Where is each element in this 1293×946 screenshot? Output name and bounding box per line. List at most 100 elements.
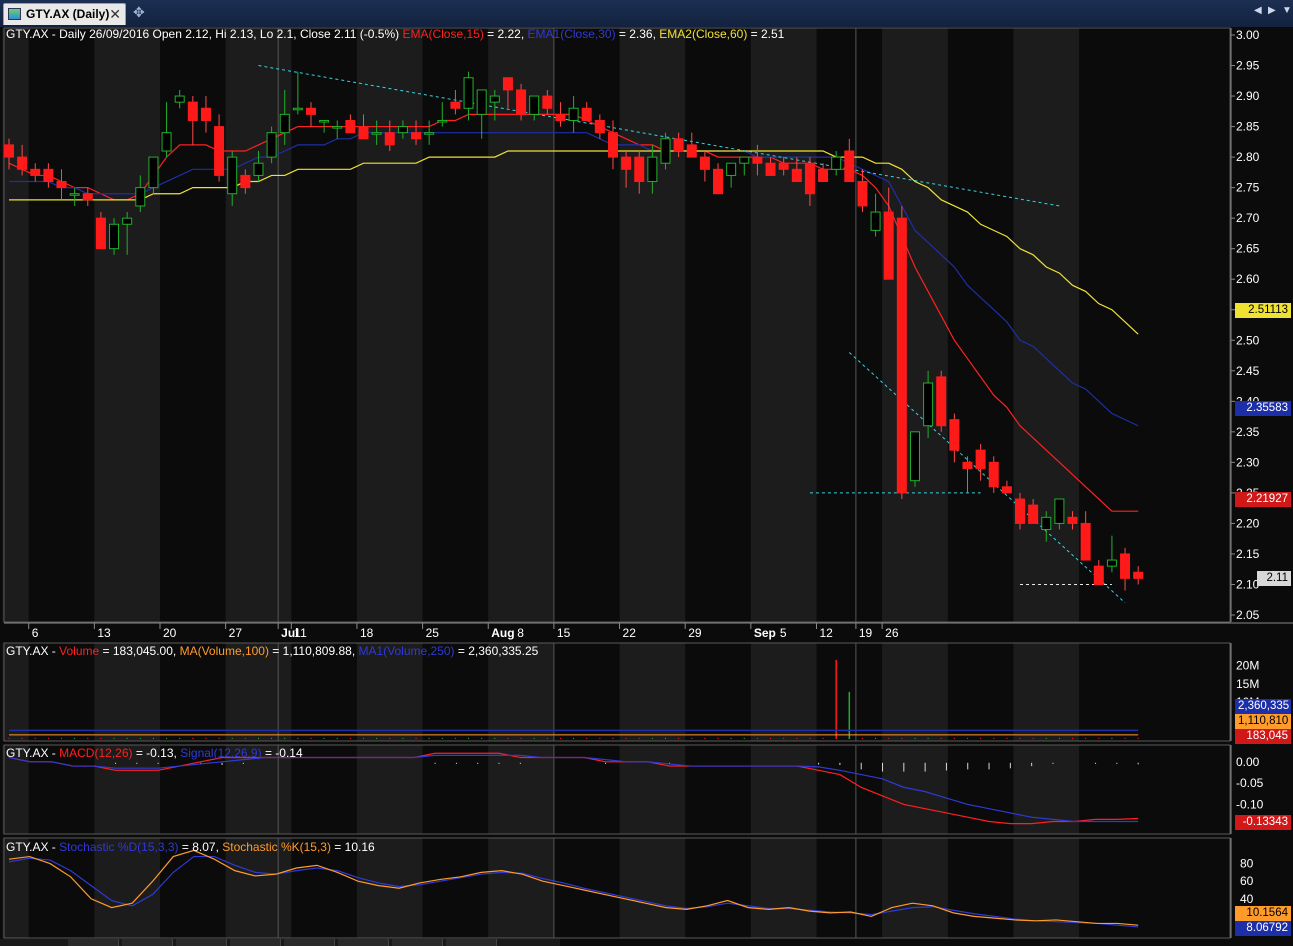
- candle-body: [305, 107, 316, 115]
- sheet-tab[interactable]: [338, 939, 389, 946]
- x-tick-label: 18: [360, 626, 374, 640]
- x-tick-label: 5: [780, 626, 787, 640]
- x-tick-label: 15: [557, 626, 571, 640]
- candle-body: [319, 119, 330, 123]
- candle-body: [1015, 498, 1026, 524]
- candle-body: [844, 150, 855, 183]
- candle-body: [95, 217, 106, 250]
- candle-body: [161, 132, 172, 152]
- candle-body: [1120, 553, 1131, 579]
- candle-body: [148, 156, 159, 189]
- price-legend-prefix: GTY.AX - Daily 26/09/2016 Open 2.12, Hi …: [6, 27, 400, 41]
- candle-body: [371, 132, 382, 135]
- price-tick-label: 2.20: [1236, 516, 1260, 530]
- ema1-axis-tag: 2.35583: [1235, 401, 1291, 416]
- price-week-band: [750, 28, 817, 622]
- candle-body: [555, 113, 566, 121]
- price-tick-label: 2.30: [1236, 455, 1260, 469]
- candle-body: [804, 162, 815, 195]
- macd-week-band: [750, 745, 817, 834]
- price-tick-label: 2.50: [1236, 333, 1260, 347]
- volume-legend-prefix: GTY.AX -: [6, 644, 60, 658]
- chart-canvas[interactable]: 6 13 20 27 Jul11 18 25 Aug 8 15 22 29 Sep 5 12 19 26 3.0…: [0, 0, 1293, 946]
- candle-body: [962, 461, 973, 469]
- candle-body: [831, 156, 842, 170]
- stochastic-legend: GTY.AX - Stochastic %D(15,3,3) = 8.07, S…: [6, 840, 375, 854]
- candle-body: [739, 156, 750, 164]
- candle-body: [345, 119, 356, 134]
- volume-ma1-tag: 2,360,335: [1235, 699, 1291, 714]
- candle-body: [673, 138, 684, 152]
- price-legend: GTY.AX - Daily 26/09/2016 Open 2.12, Hi …: [6, 27, 784, 41]
- ema2-value: = 2.51: [747, 27, 785, 41]
- volume-value: = 183,045.00,: [99, 644, 177, 658]
- price-tick-label: 2.75: [1236, 181, 1260, 195]
- candle-body: [568, 107, 579, 121]
- candle-body: [17, 156, 28, 170]
- candle-body: [437, 119, 448, 123]
- candle-body: [227, 156, 238, 195]
- candle-body: [857, 181, 868, 207]
- candle-body: [122, 217, 133, 225]
- volume-label: Volume: [59, 644, 100, 658]
- price-tick-label: 2.95: [1236, 59, 1260, 73]
- macd-label: MACD(12,26): [59, 746, 133, 760]
- ema-value: = 2.22,: [483, 27, 525, 41]
- candle-body: [463, 77, 474, 109]
- candle-body: [358, 126, 369, 140]
- candle-body: [516, 89, 527, 115]
- candle-body: [4, 144, 14, 158]
- candle-body: [489, 95, 500, 103]
- candle-body: [109, 223, 120, 250]
- volume-ma1-value: = 2,360,335.25: [454, 644, 539, 658]
- sheet-tab[interactable]: [176, 939, 227, 946]
- ema2-axis-tag: 2.51113: [1235, 303, 1291, 318]
- price-week-band: [94, 28, 160, 622]
- ema1-label: EMA1(Close,30): [527, 27, 616, 41]
- sheet-tab[interactable]: [230, 939, 281, 946]
- candle-body: [1067, 516, 1078, 524]
- candle-body: [200, 107, 211, 121]
- vol-week-band: [882, 643, 948, 741]
- candle-body: [502, 77, 513, 91]
- sheet-tab[interactable]: [446, 939, 497, 946]
- candle-body: [1054, 498, 1065, 524]
- candle-body: [69, 193, 80, 196]
- stoch-k-value: = 10.16: [330, 840, 375, 854]
- x-tick-label: 6: [32, 626, 39, 640]
- candle-body: [82, 193, 93, 201]
- x-tick-label: 26: [885, 626, 899, 640]
- candle-body: [686, 144, 697, 158]
- volume-ma-label: MA(Volume,100): [179, 644, 269, 658]
- stoch-k-label: Stochastic %K(15,3): [222, 840, 331, 854]
- x-tick-label: 11: [294, 626, 307, 640]
- volume-tick-label: 15M: [1236, 677, 1259, 691]
- macd-tick-label: -0.05: [1236, 776, 1264, 790]
- vol-week-band: [750, 643, 817, 741]
- candle-body: [791, 168, 802, 183]
- candle-body: [411, 132, 422, 140]
- x-tick-label: 13: [97, 626, 111, 640]
- stoch-d-value: = 8.07,: [178, 840, 219, 854]
- sheet-tab[interactable]: [122, 939, 173, 946]
- candle-body: [936, 376, 947, 427]
- candle-body: [726, 162, 737, 176]
- sheet-tabs[interactable]: [0, 939, 560, 946]
- candle-body: [1001, 486, 1012, 494]
- sheet-tab[interactable]: [392, 939, 443, 946]
- volume-tick-label: 20M: [1236, 658, 1259, 672]
- vol-week-band: [619, 643, 686, 741]
- price-week-band: [2, 28, 29, 622]
- candle-body: [476, 89, 487, 115]
- candle-body: [1080, 522, 1091, 561]
- volume-legend: GTY.AX - Volume = 183,045.00, MA(Volume,…: [6, 644, 538, 658]
- sheet-tab[interactable]: [68, 939, 119, 946]
- x-tick-label: 27: [229, 626, 243, 640]
- candle-body: [43, 168, 54, 183]
- sheet-tab[interactable]: [284, 939, 335, 946]
- x-tick-label: 29: [688, 626, 702, 640]
- stoch-tick-label: 40: [1240, 892, 1254, 906]
- macd-week-band: [619, 745, 686, 834]
- price-tick-label: 2.90: [1236, 89, 1260, 103]
- candle-body: [896, 217, 907, 494]
